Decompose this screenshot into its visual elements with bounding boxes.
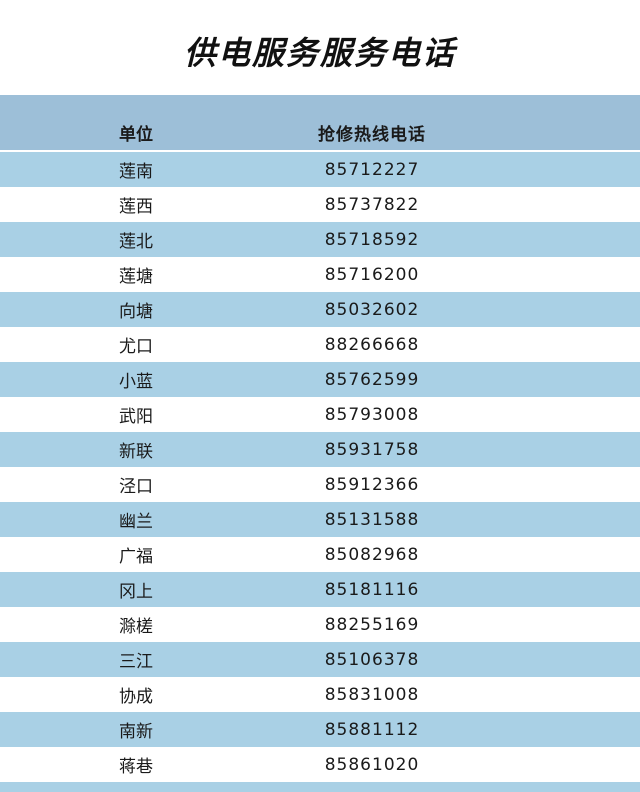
table-row: 蒋巷 85861020: [0, 747, 640, 782]
phone-cell: 85716200: [324, 264, 420, 285]
phone-cell: 85881112: [324, 719, 420, 740]
unit-cell: 蒋巷: [119, 757, 153, 777]
phone-cell: 85931758: [324, 439, 420, 460]
table-row: 莲北 85718592: [0, 222, 640, 257]
phone-cell: 85793008: [324, 404, 420, 425]
unit-cell: 武阳: [119, 407, 153, 427]
phone-cell: 88255169: [324, 614, 420, 635]
table-row: 尤口 88266668: [0, 327, 640, 362]
phone-cell: 85912366: [324, 474, 420, 495]
table-row: 莲南 85712227: [0, 152, 640, 187]
column-header-phone: 抢修热线电话: [318, 125, 426, 145]
unit-cell: 协成: [119, 687, 153, 707]
table-row: 协成 85831008: [0, 677, 640, 712]
unit-cell: 南新: [119, 722, 153, 742]
column-header-unit: 单位: [119, 125, 153, 145]
table-header: 单位 抢修热线电话: [0, 95, 640, 152]
table-body: 莲南 85712227 莲西 85737822 莲北 85718592 莲塘 85716200…: [0, 152, 640, 782]
unit-cell: 莲塘: [119, 267, 153, 287]
table-row: 武阳 85793008: [0, 397, 640, 432]
table-row: 幽兰 85131588: [0, 502, 640, 537]
unit-cell: 泾口: [119, 477, 153, 497]
table-row: 莲西 85737822: [0, 187, 640, 222]
table-row: 莲塘 85716200: [0, 257, 640, 292]
unit-cell: 幽兰: [119, 512, 153, 532]
phone-cell: 85032602: [324, 299, 420, 320]
phone-cell: 88266668: [324, 334, 420, 355]
page-title: 供电服务服务电话: [183, 34, 456, 72]
phone-cell: 85861020: [324, 754, 420, 775]
table-row: 小蓝 85762599: [0, 362, 640, 397]
unit-cell: 莲南: [119, 162, 153, 182]
phone-cell: 85737822: [324, 194, 420, 215]
table-row: 南新 85881112: [0, 712, 640, 747]
unit-cell: 新联: [119, 442, 153, 462]
table-bottom-strip: [0, 782, 640, 792]
unit-cell: 莲北: [119, 232, 153, 252]
table-row: 广福 85082968: [0, 537, 640, 572]
table-row: 新联 85931758: [0, 432, 640, 467]
unit-cell: 向塘: [119, 302, 153, 322]
unit-cell: 尤口: [119, 337, 153, 357]
table-row: 向塘 85032602: [0, 292, 640, 327]
table-row: 泾口 85912366: [0, 467, 640, 502]
phone-table: 单位 抢修热线电话 莲南 85712227 莲西 85737822 莲北 85718592…: [0, 95, 640, 792]
unit-cell: 滁槎: [119, 617, 153, 637]
table-row: 滁槎 88255169: [0, 607, 640, 642]
phone-cell: 85106378: [324, 649, 420, 670]
unit-cell: 莲西: [119, 197, 153, 217]
unit-cell: 小蓝: [119, 372, 153, 392]
phone-cell: 85082968: [324, 544, 420, 565]
table-row: 三江 85106378: [0, 642, 640, 677]
phone-cell: 85181116: [324, 579, 420, 600]
unit-cell: 三江: [119, 652, 153, 672]
unit-cell: 广福: [119, 547, 153, 567]
phone-cell: 85718592: [324, 229, 420, 250]
table-row: 冈上 85181116: [0, 572, 640, 607]
phone-cell: 85762599: [324, 369, 420, 390]
phone-cell: 85712227: [324, 159, 420, 180]
phone-cell: 85831008: [324, 684, 420, 705]
phone-cell: 85131588: [324, 509, 420, 530]
unit-cell: 冈上: [119, 582, 153, 602]
